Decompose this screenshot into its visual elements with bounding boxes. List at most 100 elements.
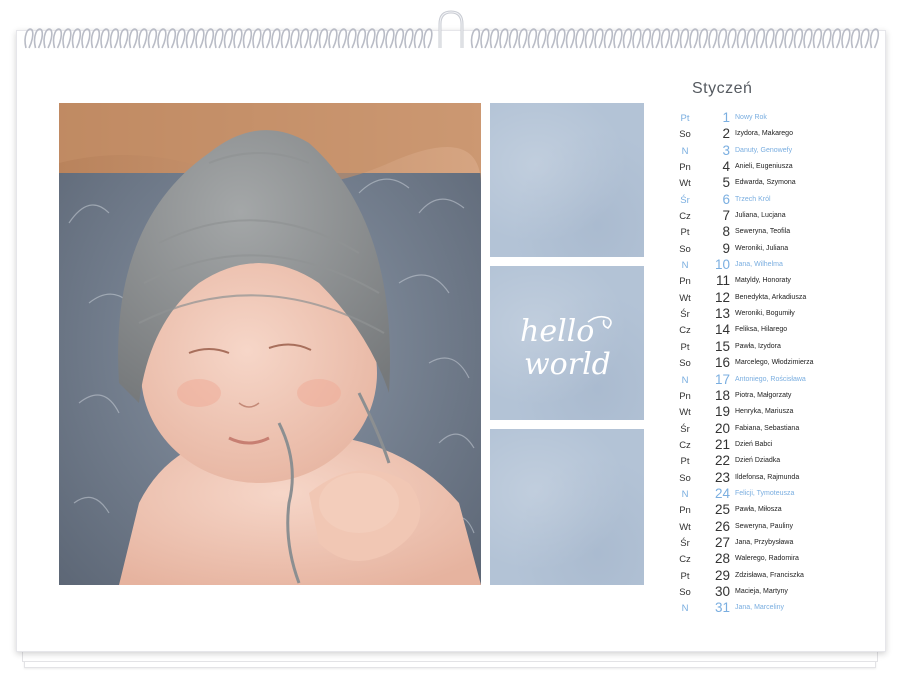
name-day: Ildefonsa, Rajmunda [735,473,800,481]
spiral-loop [166,28,177,49]
day-of-week: So [679,472,691,484]
day-row: So 9 Weroniki, Juliana [668,241,868,257]
day-of-week: Pn [679,162,691,174]
day-number: 7 [722,208,730,224]
name-day: Weroniki, Bogumiły [735,310,795,318]
spiral-loop [698,28,709,49]
spiral-loop [109,28,120,49]
spiral-loop [670,28,680,49]
name-day: Izydora, Makarego [735,130,793,138]
name-day: Jana, Wilhelma [735,261,783,269]
day-row: So 2 Izydora, Makarego [668,126,868,142]
day-of-week: N [681,145,689,157]
spiral-loop [347,28,357,49]
day-row: So 16 Marcelego, Włodzimierza [668,355,868,371]
spiral-loop [660,28,671,49]
spiral-loop [860,28,870,49]
name-day: Weroniki, Juliana [735,244,789,252]
day-number: 13 [714,306,730,322]
spiral-loop [214,28,224,49]
day-of-week: N [681,374,689,386]
spiral-loop [774,28,785,49]
day-number: 10 [714,257,730,273]
day-row: N 24 Felicji, Tymoteusza [668,486,868,502]
lettering-line-2: world [524,347,611,382]
spiral-loop [375,28,386,49]
day-of-week: So [679,586,691,598]
spiral-loop [337,28,348,49]
spiral-loop [746,28,756,49]
spiral-loop [242,28,253,49]
day-of-week: N [681,488,689,500]
day-row: Wt 12 Benedykta, Arkadiusza [668,290,868,306]
spiral-loop [90,28,101,49]
spiral-loop [318,28,329,49]
spiral-loop [518,28,528,49]
spiral-loop [43,28,53,49]
month-title: Styczeń [692,80,753,97]
day-number: 22 [714,453,730,469]
day-row: N 31 Jana, Marceliny [668,600,868,616]
spiral-loop [119,28,129,49]
day-of-week: Śr [680,537,690,549]
day-of-week: Śr [680,309,690,321]
day-of-week: Wt [679,407,691,419]
name-day: Piotra, Małgorzaty [735,391,792,399]
decor-tile-top [490,103,644,257]
spiral-loop [651,28,661,49]
spiral-loop [81,28,91,49]
baby-photo [59,103,481,585]
spiral-loop [33,28,44,49]
day-of-week: Pn [679,390,691,402]
spiral-loop [689,28,699,49]
day-row: Śr 13 Weroniki, Bogumiły [668,306,868,322]
day-row: Pn 25 Pawła, Miłosza [668,502,868,518]
spiral-loop [24,28,34,49]
spiral-loop [736,28,747,49]
day-number: 14 [714,322,730,338]
spiral-loop [622,28,633,49]
day-number: 26 [714,518,730,534]
day-number: 19 [714,404,730,420]
day-row: Wt 5 Edwarda, Szymona [668,175,868,191]
day-number: 16 [714,355,730,371]
day-of-week: Pt [680,113,690,124]
day-number: 6 [722,191,730,207]
spiral-loop [708,28,718,49]
day-number: 5 [722,175,730,191]
day-of-week: Wt [679,521,691,533]
spiral-loop [679,28,690,49]
name-day: Benedykta, Arkadiusza [735,293,807,301]
spiral-loop [470,28,481,49]
spiral-loop [632,28,642,49]
day-number: 21 [714,436,730,452]
spiral-loop [299,28,310,49]
spiral-loop [195,28,205,49]
day-row: Wt 26 Seweryna, Pauliny [668,519,868,535]
day-row: Cz 7 Juliana, Lucjana [668,208,868,224]
day-number: 1 [722,110,730,125]
day-of-week: So [679,129,691,141]
spiral-loop [841,28,851,49]
name-day: Seweryna, Teofila [735,228,791,236]
name-day: Walerego, Radomira [735,555,799,563]
day-number: 24 [714,485,730,501]
spiral-loop [394,28,405,49]
day-row: Cz 21 Dzień Babci [668,437,868,453]
day-row: Pt 15 Pawła, Izydora [668,339,868,355]
spiral-loop [328,28,338,49]
spiral-loop [812,28,823,49]
spiral-loop [869,28,880,49]
spiral-loop [176,28,186,49]
decor-tile-middle: hello world [490,266,644,420]
day-of-week: Cz [679,439,691,451]
name-day: Henryka, Mariusza [735,408,794,416]
spiral-loop [575,28,585,49]
day-row: N 17 Antoniego, Rościsława [668,372,868,388]
hello-world-lettering: hello world [520,314,612,382]
name-day: Danuty, Genowefy [735,146,793,154]
name-day: Seweryna, Pauliny [735,522,793,530]
day-number: 31 [714,600,730,616]
day-of-week: Pt [680,570,690,582]
day-number: 27 [714,534,730,550]
